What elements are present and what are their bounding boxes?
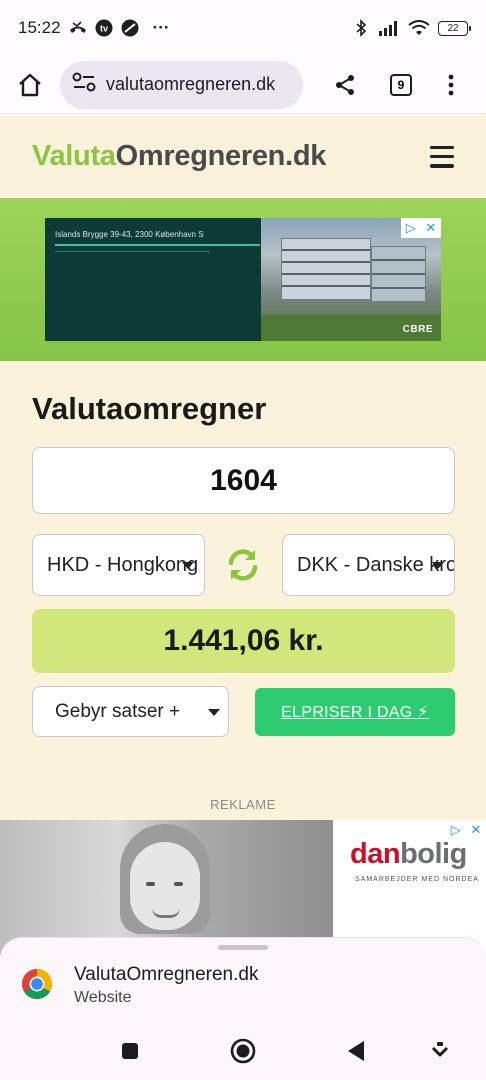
chevron-down-icon: [182, 562, 194, 569]
ad-address: Islands Brygge 39-43, 2300 København S: [55, 230, 204, 239]
sheet-subtitle: Website: [74, 989, 132, 1006]
tab-count: 9: [390, 73, 412, 96]
danbolig-part1: dan: [350, 838, 401, 870]
bluetooth-icon: [352, 19, 370, 37]
battery-icon: 22: [438, 20, 471, 36]
site-logo[interactable]: ValutaOmregneren.dk: [32, 140, 326, 173]
hamburger-menu-icon[interactable]: [430, 145, 454, 168]
browser-toolbar: valutaomregneren.dk 9: [0, 56, 486, 114]
url-text: valutaomregneren.dk: [106, 74, 276, 94]
elpriser-button[interactable]: ELPRISER I DAG ⚡: [255, 688, 455, 736]
home-icon[interactable]: [12, 67, 48, 103]
keyboard-hide-icon[interactable]: [426, 1037, 454, 1065]
ad-label: REKLAME: [210, 797, 276, 812]
recents-square-icon[interactable]: [116, 1037, 144, 1065]
status-right: 22: [352, 19, 471, 37]
chevron-down-icon: [208, 709, 220, 716]
converter-title: Valutaomregner: [32, 391, 267, 426]
logo-part2: Omregneren.dk: [115, 140, 327, 172]
danbolig-logo: danbolig: [350, 838, 467, 871]
building-shape-2: [371, 246, 426, 302]
sheet-title: ValutaOmregneren.dk: [74, 964, 259, 985]
to-currency-select[interactable]: DKK - Danske kro: [282, 534, 455, 596]
chrome-icon: [21, 968, 53, 1000]
share-icon[interactable]: [327, 67, 363, 103]
building-shape: [281, 238, 371, 300]
tv-icon: tv: [95, 19, 113, 37]
from-currency-value: HKD - Hongkong: [47, 553, 199, 576]
site-header: ValutaOmregneren.dk: [0, 115, 486, 198]
fee-select-value: Gebyr satser +: [55, 700, 181, 722]
ad-brand-cbre: CBRE: [402, 324, 433, 335]
home-circle-icon[interactable]: [229, 1037, 257, 1065]
site-settings-icon[interactable]: [72, 72, 96, 97]
svg-text:tv: tv: [100, 24, 108, 34]
tabs-icon[interactable]: 9: [383, 67, 419, 103]
system-nav-bar: [0, 1023, 486, 1080]
status-bar: 15:22 tv ··· 22: [0, 0, 486, 56]
ad-divider-thin: [55, 251, 210, 252]
bottom-sheet[interactable]: ValutaOmregneren.dk Website: [0, 937, 486, 1023]
danbolig-part2: bolig: [400, 838, 467, 870]
chevron-down-icon: [432, 562, 444, 569]
logo-part1: Valuta: [32, 140, 116, 172]
ad-divider: [55, 244, 260, 246]
conversion-result: 1.441,06 kr.: [32, 609, 455, 673]
from-currency-select[interactable]: HKD - Hongkong: [32, 534, 205, 596]
battery-level: 22: [447, 22, 459, 34]
converter-section: Valutaomregner 1604 HKD - Hongkong DKK -…: [0, 361, 486, 820]
adchoices-icon[interactable]: ▷ ✕: [401, 218, 441, 238]
adchoices-icon[interactable]: ▷ ✕: [446, 820, 486, 840]
ad-band-top: Islands Brygge 39-43, 2300 København S C…: [0, 198, 486, 361]
app-icon: [121, 19, 139, 37]
url-bar[interactable]: valutaomregneren.dk: [60, 60, 303, 109]
ad-banner-cbre[interactable]: Islands Brygge 39-43, 2300 København S C…: [45, 218, 441, 341]
more-vert-icon[interactable]: [433, 67, 469, 103]
missed-call-icon: [69, 19, 87, 37]
fee-select[interactable]: Gebyr satser +: [32, 686, 229, 737]
status-left: 15:22 tv ···: [18, 18, 170, 38]
wifi-icon: [408, 19, 430, 37]
swap-refresh-icon[interactable]: [224, 546, 262, 584]
status-time: 15:22: [18, 18, 61, 37]
signal-icon: [378, 19, 400, 37]
more-notifications: ···: [152, 18, 170, 37]
back-triangle-icon[interactable]: [342, 1037, 370, 1065]
drag-handle[interactable]: [218, 945, 268, 950]
danbolig-tagline: SAMARBEJDER MED NORDEA: [355, 876, 479, 883]
amount-input[interactable]: 1604: [32, 447, 455, 514]
